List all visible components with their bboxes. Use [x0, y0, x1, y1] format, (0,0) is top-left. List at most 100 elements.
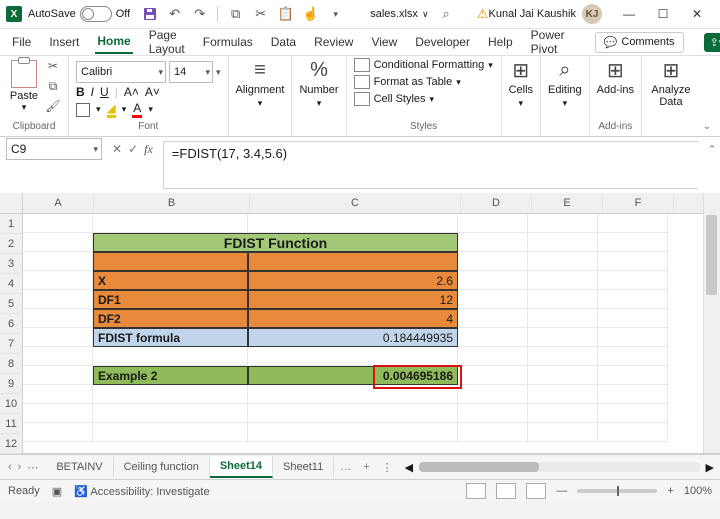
- chevron-down-icon[interactable]: ▾: [216, 67, 221, 78]
- chevron-down-icon[interactable]: ▾: [122, 104, 127, 115]
- borders-button[interactable]: [76, 103, 90, 117]
- enter-formula-icon[interactable]: ✓: [128, 142, 138, 156]
- minimize-button[interactable]: —: [612, 1, 646, 27]
- cell[interactable]: [248, 404, 458, 423]
- cell[interactable]: [23, 423, 93, 442]
- cell-formula-value[interactable]: 0.184449935: [248, 328, 458, 347]
- sheet-tab[interactable]: Sheet14: [210, 456, 273, 478]
- maximize-button[interactable]: ☐: [646, 1, 680, 27]
- cell[interactable]: [93, 385, 248, 404]
- cell[interactable]: [93, 423, 248, 442]
- font-size-select[interactable]: 14: [169, 61, 213, 83]
- cell[interactable]: [93, 252, 248, 271]
- cell[interactable]: [598, 290, 668, 309]
- cell[interactable]: [528, 328, 598, 347]
- cancel-formula-icon[interactable]: ✕: [112, 142, 122, 156]
- paste-qat-icon[interactable]: 📋: [278, 7, 293, 22]
- cell[interactable]: [598, 347, 668, 366]
- cell[interactable]: [528, 385, 598, 404]
- cell[interactable]: [528, 404, 598, 423]
- ribbon-collapse-icon[interactable]: ⌄: [700, 56, 714, 136]
- cell[interactable]: [458, 385, 528, 404]
- row-header[interactable]: 5: [0, 294, 22, 314]
- tab-page-layout[interactable]: Page Layout: [147, 24, 187, 60]
- sheet-nav-prev-icon[interactable]: ‹: [8, 461, 12, 474]
- cell[interactable]: [598, 423, 668, 442]
- toggle-icon[interactable]: [80, 6, 112, 22]
- user-account[interactable]: Kunal Jai Kaushik KJ: [489, 4, 602, 24]
- sheet-nav-more-icon[interactable]: ⋯: [27, 461, 38, 474]
- chevron-down-icon[interactable]: ▾: [148, 104, 153, 115]
- share-button[interactable]: ⇪▾: [704, 33, 720, 52]
- vertical-scrollbar[interactable]: [703, 193, 720, 453]
- cell[interactable]: [528, 366, 598, 385]
- copy-icon[interactable]: ⧉: [45, 78, 61, 94]
- autosave-toggle[interactable]: AutoSave Off: [28, 6, 130, 22]
- redo-icon[interactable]: ↷: [192, 7, 207, 22]
- cell[interactable]: [458, 271, 528, 290]
- cell-df1-value[interactable]: 12: [248, 290, 458, 309]
- save-icon[interactable]: [142, 7, 157, 22]
- scroll-right-icon[interactable]: ▶: [706, 461, 714, 474]
- normal-view-button[interactable]: [466, 483, 486, 499]
- zoom-slider[interactable]: [577, 489, 657, 493]
- row-header[interactable]: 4: [0, 274, 22, 294]
- scroll-thumb[interactable]: [419, 462, 539, 472]
- zoom-in-button[interactable]: +: [667, 485, 673, 497]
- cell-x-label[interactable]: X: [93, 271, 248, 290]
- close-button[interactable]: ✕: [680, 1, 714, 27]
- tab-formulas[interactable]: Formulas: [201, 31, 255, 53]
- row-header[interactable]: 3: [0, 254, 22, 274]
- name-box[interactable]: C9: [6, 138, 102, 160]
- cell[interactable]: [458, 347, 528, 366]
- cell[interactable]: [458, 252, 528, 271]
- cell[interactable]: [528, 233, 598, 252]
- col-header[interactable]: A: [23, 193, 94, 213]
- tab-insert[interactable]: Insert: [47, 31, 81, 53]
- addins-button[interactable]: ⊞Add-ins: [597, 58, 634, 96]
- chevron-down-icon[interactable]: ▾: [96, 104, 101, 115]
- cell[interactable]: [93, 404, 248, 423]
- cell[interactable]: [458, 214, 528, 233]
- copy-icon[interactable]: ⧉: [228, 7, 243, 22]
- row-header[interactable]: 7: [0, 334, 22, 354]
- cell[interactable]: [528, 271, 598, 290]
- cell[interactable]: [248, 347, 458, 366]
- row-header[interactable]: 11: [0, 414, 22, 434]
- cell[interactable]: [93, 214, 248, 233]
- tab-power-pivot[interactable]: Power Pivot: [529, 24, 567, 60]
- sheet-more-icon[interactable]: …: [334, 461, 357, 473]
- page-break-view-button[interactable]: [526, 483, 546, 499]
- select-all-corner[interactable]: [0, 193, 22, 214]
- col-header[interactable]: D: [461, 193, 532, 213]
- tab-file[interactable]: File: [10, 31, 33, 53]
- cell[interactable]: [23, 404, 93, 423]
- cell[interactable]: [458, 233, 528, 252]
- sheet-tab[interactable]: Ceiling function: [114, 457, 210, 477]
- conditional-formatting-button[interactable]: Conditional Formatting▾: [354, 58, 494, 72]
- fill-color-button[interactable]: ◢: [107, 101, 116, 118]
- formula-bar[interactable]: =FDIST(17, 3.4,5.6): [163, 141, 698, 189]
- cell[interactable]: [458, 328, 528, 347]
- cell-df1-label[interactable]: DF1: [93, 290, 248, 309]
- cell[interactable]: [23, 233, 93, 252]
- sheet-tab[interactable]: Sheet11: [273, 457, 334, 477]
- comments-button[interactable]: 💬 Comments: [595, 32, 684, 53]
- scroll-thumb[interactable]: [706, 215, 717, 295]
- row-header[interactable]: 6: [0, 314, 22, 334]
- sheet-tab[interactable]: BETAINV: [46, 457, 113, 477]
- cell[interactable]: [23, 252, 93, 271]
- cell-df2-label[interactable]: DF2: [93, 309, 248, 328]
- tab-developer[interactable]: Developer: [413, 31, 472, 53]
- cell[interactable]: [528, 423, 598, 442]
- formula-bar-expand-icon[interactable]: ⌃: [704, 137, 720, 156]
- scroll-left-icon[interactable]: ◀: [405, 461, 413, 474]
- tab-data[interactable]: Data: [269, 31, 298, 53]
- cell[interactable]: [23, 328, 93, 347]
- cell[interactable]: [528, 290, 598, 309]
- undo-icon[interactable]: ↶: [167, 7, 182, 22]
- alignment-button[interactable]: ≡ Alignment ▾: [236, 58, 285, 109]
- sheet-options-icon[interactable]: ⋮: [376, 461, 399, 474]
- cell[interactable]: [248, 385, 458, 404]
- cell[interactable]: [248, 214, 458, 233]
